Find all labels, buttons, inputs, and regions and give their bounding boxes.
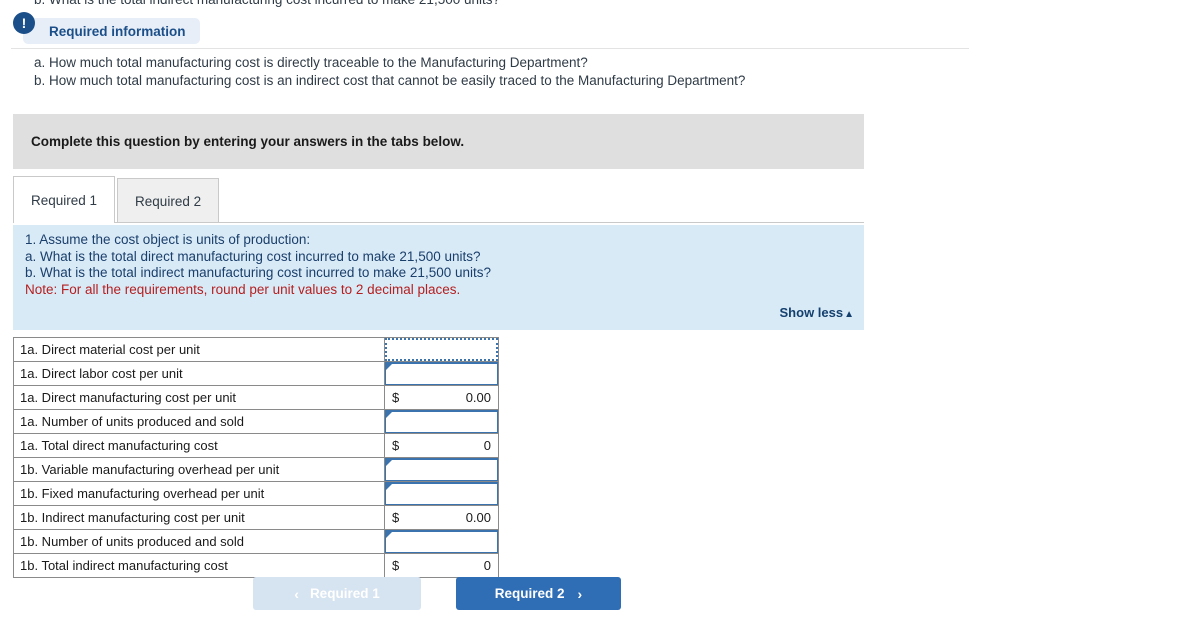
table-row: 1a. Total direct manufacturing cost $0 (13, 433, 499, 458)
computed-value: $0.00 (385, 386, 498, 409)
row-value-cell[interactable] (384, 361, 499, 386)
row-value-cell: $0.00 (384, 385, 499, 410)
row-value-cell[interactable] (384, 457, 499, 482)
requirement-note: Note: For all the requirements, round pe… (25, 281, 461, 297)
answer-input-wrapper[interactable] (385, 410, 498, 433)
row-value-cell[interactable] (384, 529, 499, 554)
table-row: 1b. Number of units produced and sold (13, 529, 499, 554)
amount-value: 0 (483, 438, 491, 453)
computed-value: $0 (385, 554, 498, 577)
currency-symbol: $ (392, 510, 400, 525)
clipped-question-strip: b. What is the total indirect manufactur… (0, 0, 1202, 11)
row-label: 1b. Variable manufacturing overhead per … (13, 457, 385, 482)
row-value-cell[interactable] (384, 409, 499, 434)
amount-value: 0 (483, 558, 491, 573)
requirement-panel: 1. Assume the cost object is units of pr… (13, 225, 864, 330)
question-line-b: b. How much total manufacturing cost is … (34, 73, 746, 88)
tab-required-1-label: Required 1 (31, 192, 98, 208)
exclamation-icon: ! (13, 12, 35, 34)
row-label: 1b. Indirect manufacturing cost per unit (13, 505, 385, 530)
currency-symbol: $ (392, 438, 400, 453)
table-row: 1b. Variable manufacturing overhead per … (13, 457, 499, 482)
row-label: 1a. Direct labor cost per unit (13, 361, 385, 386)
question-line-a: a. How much total manufacturing cost is … (34, 55, 588, 70)
computed-value: $0.00 (385, 506, 498, 529)
table-row: 1b. Indirect manufacturing cost per unit… (13, 505, 499, 530)
table-row: 1b. Fixed manufacturing overhead per uni… (13, 481, 499, 506)
answer-input-wrapper[interactable] (385, 458, 498, 481)
answer-input[interactable] (386, 484, 497, 504)
chevron-right-icon: › (577, 585, 583, 602)
answer-table: 1a. Direct material cost per unit 1a. Dir… (13, 337, 499, 578)
next-required-2-button[interactable]: Required 2 › (456, 577, 621, 610)
currency-symbol: $ (392, 390, 400, 405)
answer-input[interactable] (386, 364, 497, 384)
clipped-question-text: b. What is the total indirect manufactur… (34, 0, 500, 7)
answer-input-wrapper[interactable] (385, 338, 498, 361)
requirement-line-a: a. What is the total direct manufacturin… (25, 248, 481, 264)
row-label: 1b. Number of units produced and sold (13, 529, 385, 554)
header-divider (11, 48, 969, 49)
answer-input-wrapper[interactable] (385, 362, 498, 385)
requirement-line-b: b. What is the total indirect manufactur… (25, 265, 491, 280)
table-row: 1a. Direct manufacturing cost per unit $0… (13, 385, 499, 410)
computed-value: $0 (385, 434, 498, 457)
row-value-cell: $0 (384, 433, 499, 458)
amount-value: 0.00 (465, 390, 491, 405)
question-text-block: a. How much total manufacturing cost is … (34, 54, 1134, 90)
table-row: 1a. Number of units produced and sold (13, 409, 499, 434)
row-value-cell[interactable] (384, 481, 499, 506)
next-required-2-label: Required 2 (494, 586, 565, 601)
table-row: 1a. Direct labor cost per unit (13, 361, 499, 386)
answer-input[interactable] (386, 532, 497, 552)
required-information-pill: Required information (23, 18, 200, 44)
tab-required-1[interactable]: Required 1 (13, 176, 116, 223)
amount-value: 0.00 (465, 510, 491, 525)
answer-input[interactable] (386, 460, 497, 480)
required-information-label: Required information (49, 23, 186, 39)
row-value-cell: $0 (384, 553, 499, 578)
row-label: 1a. Direct manufacturing cost per unit (13, 385, 385, 410)
answer-input-wrapper[interactable] (385, 482, 498, 505)
show-less-label: Show less (779, 305, 844, 320)
requirement-tabs: Required 1 Required 2 (13, 176, 220, 223)
row-label: 1a. Direct material cost per unit (13, 337, 385, 362)
tab-required-2-label: Required 2 (135, 193, 202, 209)
show-less-toggle[interactable]: Show less▲ (780, 305, 854, 320)
answer-input-wrapper[interactable] (385, 530, 498, 553)
requirement-nav: ‹ Required 1 Required 2 › (253, 577, 621, 610)
instruction-text: Complete this question by entering your … (31, 134, 465, 149)
answer-input[interactable] (387, 340, 496, 359)
tab-strip-underline (13, 222, 864, 223)
row-value-cell: $0.00 (384, 505, 499, 530)
tab-required-2[interactable]: Required 2 (117, 178, 220, 223)
instruction-bar: Complete this question by entering your … (13, 114, 864, 169)
row-label: 1a. Number of units produced and sold (13, 409, 385, 434)
answer-table-body: 1a. Direct material cost per unit 1a. Dir… (13, 337, 499, 578)
currency-symbol: $ (392, 558, 400, 573)
table-row: 1a. Direct material cost per unit (13, 337, 499, 362)
chevron-left-icon: ‹ (294, 585, 299, 602)
requirement-panel-lines: 1. Assume the cost object is units of pr… (25, 232, 491, 298)
answer-input[interactable] (386, 412, 497, 432)
row-label: 1b. Total indirect manufacturing cost (13, 553, 385, 578)
caret-up-icon: ▲ (844, 309, 854, 320)
prev-required-1-button[interactable]: ‹ Required 1 (253, 577, 421, 610)
requirement-line-1: 1. Assume the cost object is units of pr… (25, 232, 311, 247)
table-row: 1b. Total indirect manufacturing cost $0 (13, 553, 499, 578)
row-label: 1a. Total direct manufacturing cost (13, 433, 385, 458)
row-value-cell[interactable] (384, 337, 499, 362)
prev-required-1-label: Required 1 (309, 586, 380, 601)
row-label: 1b. Fixed manufacturing overhead per uni… (13, 481, 385, 506)
